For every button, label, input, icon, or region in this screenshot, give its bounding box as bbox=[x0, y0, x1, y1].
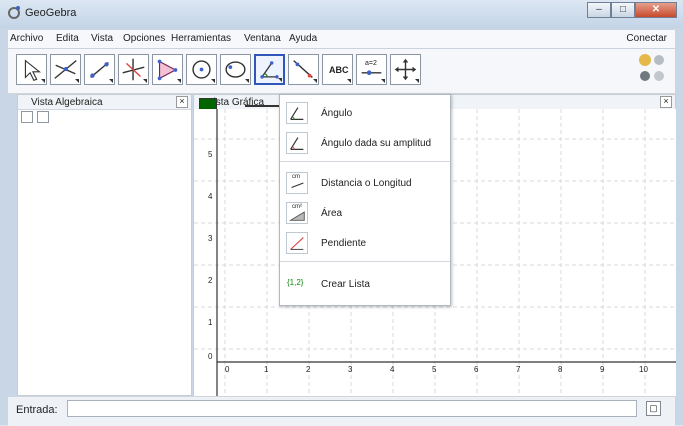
menu-opciones[interactable]: Opciones bbox=[123, 33, 165, 44]
angle-tool-button[interactable] bbox=[254, 54, 285, 85]
menu-ventana[interactable]: Ventana bbox=[244, 33, 281, 44]
x-tick-5: 5 bbox=[432, 365, 437, 374]
menu-herramientas[interactable]: Herramientas bbox=[171, 33, 231, 44]
tool-bar: ABC a=2 bbox=[8, 49, 675, 94]
dropdown-label-angle: Ángulo bbox=[321, 108, 353, 119]
dropdown-label-area: Área bbox=[321, 208, 343, 219]
line-tool-button[interactable] bbox=[84, 54, 115, 85]
settings-gear-icon[interactable] bbox=[654, 71, 664, 81]
algebra-view-panel: Vista Algebraica × bbox=[17, 94, 192, 396]
maximize-button[interactable]: □ bbox=[611, 2, 635, 18]
input-label: Entrada: bbox=[16, 404, 58, 416]
polygon-tool-button[interactable] bbox=[152, 54, 183, 85]
x-tick-1: 1 bbox=[264, 365, 269, 374]
y-tick-4: 4 bbox=[208, 192, 213, 201]
list-icon-text: {1,2} bbox=[287, 278, 304, 287]
window-title: GeoGebra bbox=[25, 7, 77, 19]
close-button[interactable]: ✕ bbox=[635, 2, 677, 18]
window-controls: – □ ✕ bbox=[587, 2, 677, 20]
perpendicular-tool-button[interactable] bbox=[118, 54, 149, 85]
geogebra-window: GeoGebra – □ ✕ Archivo Edita Vista Opcio… bbox=[0, 0, 683, 426]
dropdown-item-angle[interactable]: Ángulo bbox=[280, 100, 450, 128]
algebra-view-title: Vista Algebraica bbox=[31, 97, 103, 108]
slope-icon bbox=[286, 232, 308, 254]
x-tick-0: 0 bbox=[225, 365, 230, 374]
menu-edita[interactable]: Edita bbox=[56, 33, 79, 44]
distance-icon-text: cm bbox=[292, 174, 300, 180]
x-tick-4: 4 bbox=[390, 365, 395, 374]
move-tool-button[interactable] bbox=[16, 54, 47, 85]
circle-tool-button[interactable] bbox=[186, 54, 217, 85]
x-tick-7: 7 bbox=[516, 365, 521, 374]
title-bar: GeoGebra – □ ✕ bbox=[0, 0, 683, 28]
dropdown-label-angle-given: Ángulo dada su amplitud bbox=[321, 138, 432, 149]
help-icon[interactable] bbox=[640, 71, 650, 81]
y-tick-5: 5 bbox=[208, 150, 213, 159]
close-algebra-view-button[interactable]: × bbox=[176, 96, 188, 108]
algebra-view-header: Vista Algebraica × bbox=[18, 95, 191, 110]
sort-mode-button[interactable] bbox=[37, 111, 49, 123]
pan-tool-button[interactable] bbox=[390, 54, 421, 85]
area-icon-text: cm² bbox=[292, 204, 302, 210]
top-right-icons bbox=[639, 54, 667, 86]
x-tick-3: 3 bbox=[348, 365, 353, 374]
dropdown-separator-2 bbox=[280, 261, 450, 262]
line-rotate-tool-button[interactable] bbox=[288, 54, 319, 85]
dropdown-item-area[interactable]: cm² Área bbox=[280, 200, 450, 228]
input-field[interactable] bbox=[67, 400, 637, 417]
menu-vista[interactable]: Vista bbox=[91, 33, 113, 44]
angle-tools-dropdown: Ángulo Ángulo dada su amplitud cm Distan… bbox=[279, 94, 451, 306]
input-help-button[interactable]: ▢ bbox=[646, 401, 661, 416]
close-graphics-view-button[interactable]: × bbox=[660, 96, 672, 108]
menu-bar: Archivo Edita Vista Opciones Herramienta… bbox=[8, 30, 675, 49]
slider-tool-button[interactable]: a=2 bbox=[356, 54, 387, 85]
minimize-button[interactable]: – bbox=[587, 2, 611, 18]
auxiliary-objects-button[interactable] bbox=[21, 111, 33, 123]
redo-icon[interactable] bbox=[654, 55, 664, 65]
angle-given-icon bbox=[286, 132, 308, 154]
x-tick-8: 8 bbox=[558, 365, 563, 374]
dropdown-item-slope[interactable]: Pendiente bbox=[280, 230, 450, 258]
connect-link[interactable]: Conectar bbox=[626, 33, 667, 44]
x-tick-6: 6 bbox=[474, 365, 479, 374]
y-tick-0: 0 bbox=[208, 352, 213, 361]
dropdown-separator-1 bbox=[280, 161, 450, 162]
geogebra-app-icon bbox=[8, 6, 20, 19]
dropdown-item-distance[interactable]: cm Distancia o Longitud bbox=[280, 170, 450, 198]
menu-ayuda[interactable]: Ayuda bbox=[289, 33, 317, 44]
text-tool-button[interactable]: ABC bbox=[322, 54, 353, 85]
area-icon: cm² bbox=[286, 202, 308, 224]
x-tick-9: 9 bbox=[600, 365, 605, 374]
y-tick-2: 2 bbox=[208, 276, 213, 285]
x-tick-10: 10 bbox=[639, 365, 648, 374]
y-tick-1: 1 bbox=[208, 318, 213, 327]
dropdown-item-angle-given[interactable]: Ángulo dada su amplitud bbox=[280, 130, 450, 158]
dropdown-label-list: Crear Lista bbox=[321, 279, 370, 290]
x-tick-2: 2 bbox=[306, 365, 311, 374]
point-tool-button[interactable] bbox=[50, 54, 81, 85]
line-style-button[interactable] bbox=[245, 105, 282, 107]
undo-icon[interactable] bbox=[639, 54, 651, 66]
angle-icon bbox=[286, 102, 308, 124]
dropdown-label-slope: Pendiente bbox=[321, 238, 367, 249]
list-icon: {1,2} bbox=[286, 273, 308, 295]
text-tool-label: ABC bbox=[329, 65, 349, 75]
conic-tool-button[interactable] bbox=[220, 54, 251, 85]
dropdown-label-distance: Distancia o Longitud bbox=[321, 178, 412, 189]
input-bar: Entrada: ▢ bbox=[8, 396, 675, 426]
distance-icon: cm bbox=[286, 172, 308, 194]
slider-tool-label: a=2 bbox=[365, 60, 377, 67]
menu-archivo[interactable]: Archivo bbox=[10, 33, 43, 44]
dropdown-item-list[interactable]: {1,2} Crear Lista bbox=[280, 271, 450, 299]
y-tick-3: 3 bbox=[208, 234, 213, 243]
